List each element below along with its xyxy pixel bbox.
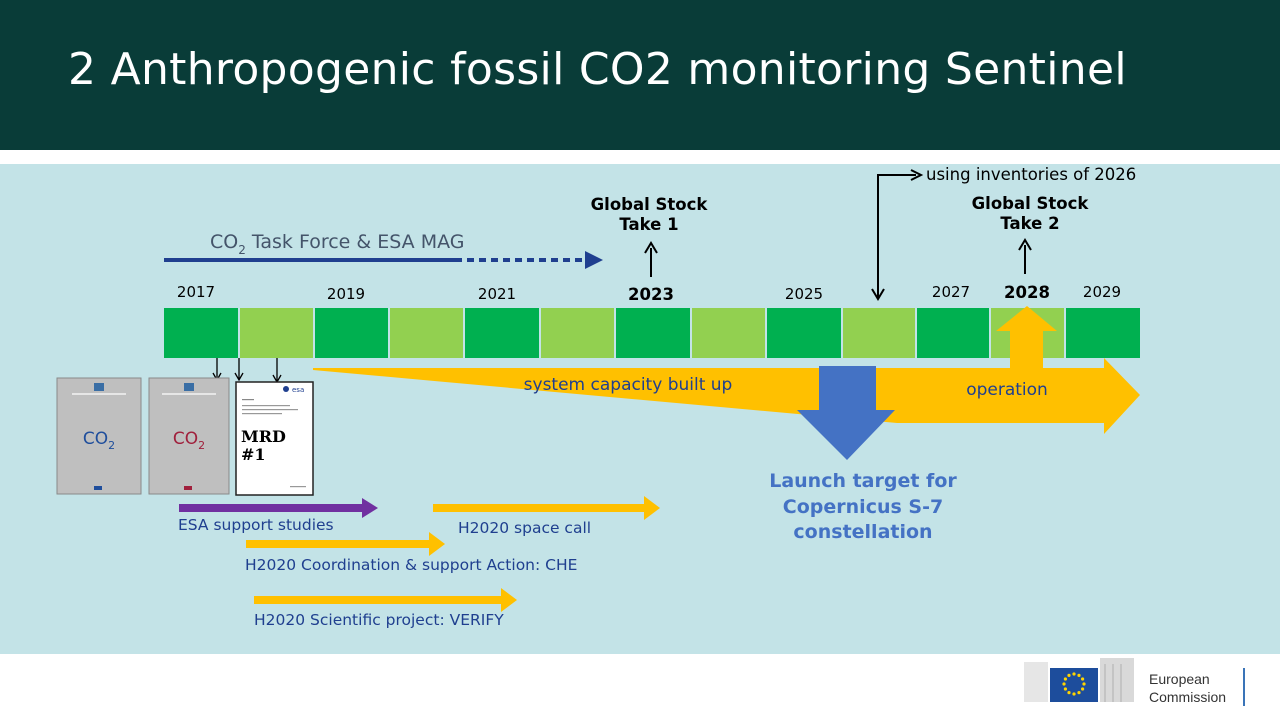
ec-line2: Commission <box>1149 689 1227 705</box>
timeline-cell-2027 <box>917 308 989 358</box>
ec-divider <box>1243 668 1245 706</box>
year-2017: 2017 <box>177 283 215 301</box>
timeline-cell-2021 <box>465 308 539 358</box>
launch-line3: constellation <box>793 521 932 543</box>
gst2-line1: Global Stock <box>972 194 1090 213</box>
european-commission-logo <box>1024 658 1134 702</box>
year-2023: 2023 <box>628 285 674 304</box>
che-label: H2020 Coordination & support Action: CHE <box>245 556 577 574</box>
timeline-cell-2017 <box>164 308 238 358</box>
year-2019: 2019 <box>327 285 365 303</box>
year-2028: 2028 <box>1004 283 1050 302</box>
inventories-note: using inventories of 2026 <box>926 165 1136 184</box>
operation-label: operation <box>966 380 1048 400</box>
year-2021: 2021 <box>478 285 516 303</box>
gst2-arrow <box>1018 238 1032 274</box>
timeline-cell-2023 <box>616 308 690 358</box>
mrd-document: esa MRD #1 <box>235 381 314 496</box>
task-force-arrow <box>164 251 603 269</box>
esa-support-label: ESA support studies <box>178 516 334 534</box>
gst1-line2: Take 1 <box>619 215 678 234</box>
timeline-cell-2018 <box>240 308 313 358</box>
capacity-label: system capacity built up <box>524 375 733 395</box>
co2-report-cover-2: CO2 <box>148 377 230 495</box>
launch-line2: Copernicus S-7 <box>783 496 943 518</box>
che-arrow <box>246 532 445 556</box>
timeline-diagram: CO2 Task Force & ESA MAG Global Stock Ta… <box>56 165 1140 702</box>
timeline-bar <box>164 308 1140 358</box>
timeline-cell-2024 <box>692 308 765 358</box>
verify-arrow <box>254 588 517 612</box>
timeline-cell-2019 <box>315 308 388 358</box>
gst1-arrow <box>644 241 658 277</box>
mrd-label: MRD <box>241 427 286 446</box>
timeline-cell-2026 <box>843 308 915 358</box>
co2-report-cover-1: CO2 <box>56 377 142 495</box>
mrd-number: #1 <box>241 445 266 464</box>
verify-label: H2020 Scientific project: VERIFY <box>254 611 504 629</box>
year-2025: 2025 <box>785 285 823 303</box>
timeline-cell-2025 <box>767 308 841 358</box>
timeline-cell-2029 <box>1066 308 1140 358</box>
space-call-label: H2020 space call <box>458 519 591 537</box>
timeline-cell-2020 <box>390 308 463 358</box>
ec-line1: European <box>1149 671 1210 687</box>
esa-logo: esa <box>292 386 304 394</box>
inventories-arrow <box>871 169 924 301</box>
gst2-line2: Take 2 <box>1000 214 1059 233</box>
task-force-label: CO2 Task Force & ESA MAG <box>210 231 465 257</box>
gst1-line1: Global Stock <box>591 195 709 214</box>
launch-line1: Launch target for <box>769 470 957 492</box>
esa-support-arrow <box>179 498 378 518</box>
ec-wordmark: European Commission <box>1149 670 1226 706</box>
timeline-cell-2022 <box>541 308 614 358</box>
year-2027: 2027 <box>932 283 970 301</box>
space-call-arrow <box>433 496 660 520</box>
year-2029: 2029 <box>1083 283 1121 301</box>
